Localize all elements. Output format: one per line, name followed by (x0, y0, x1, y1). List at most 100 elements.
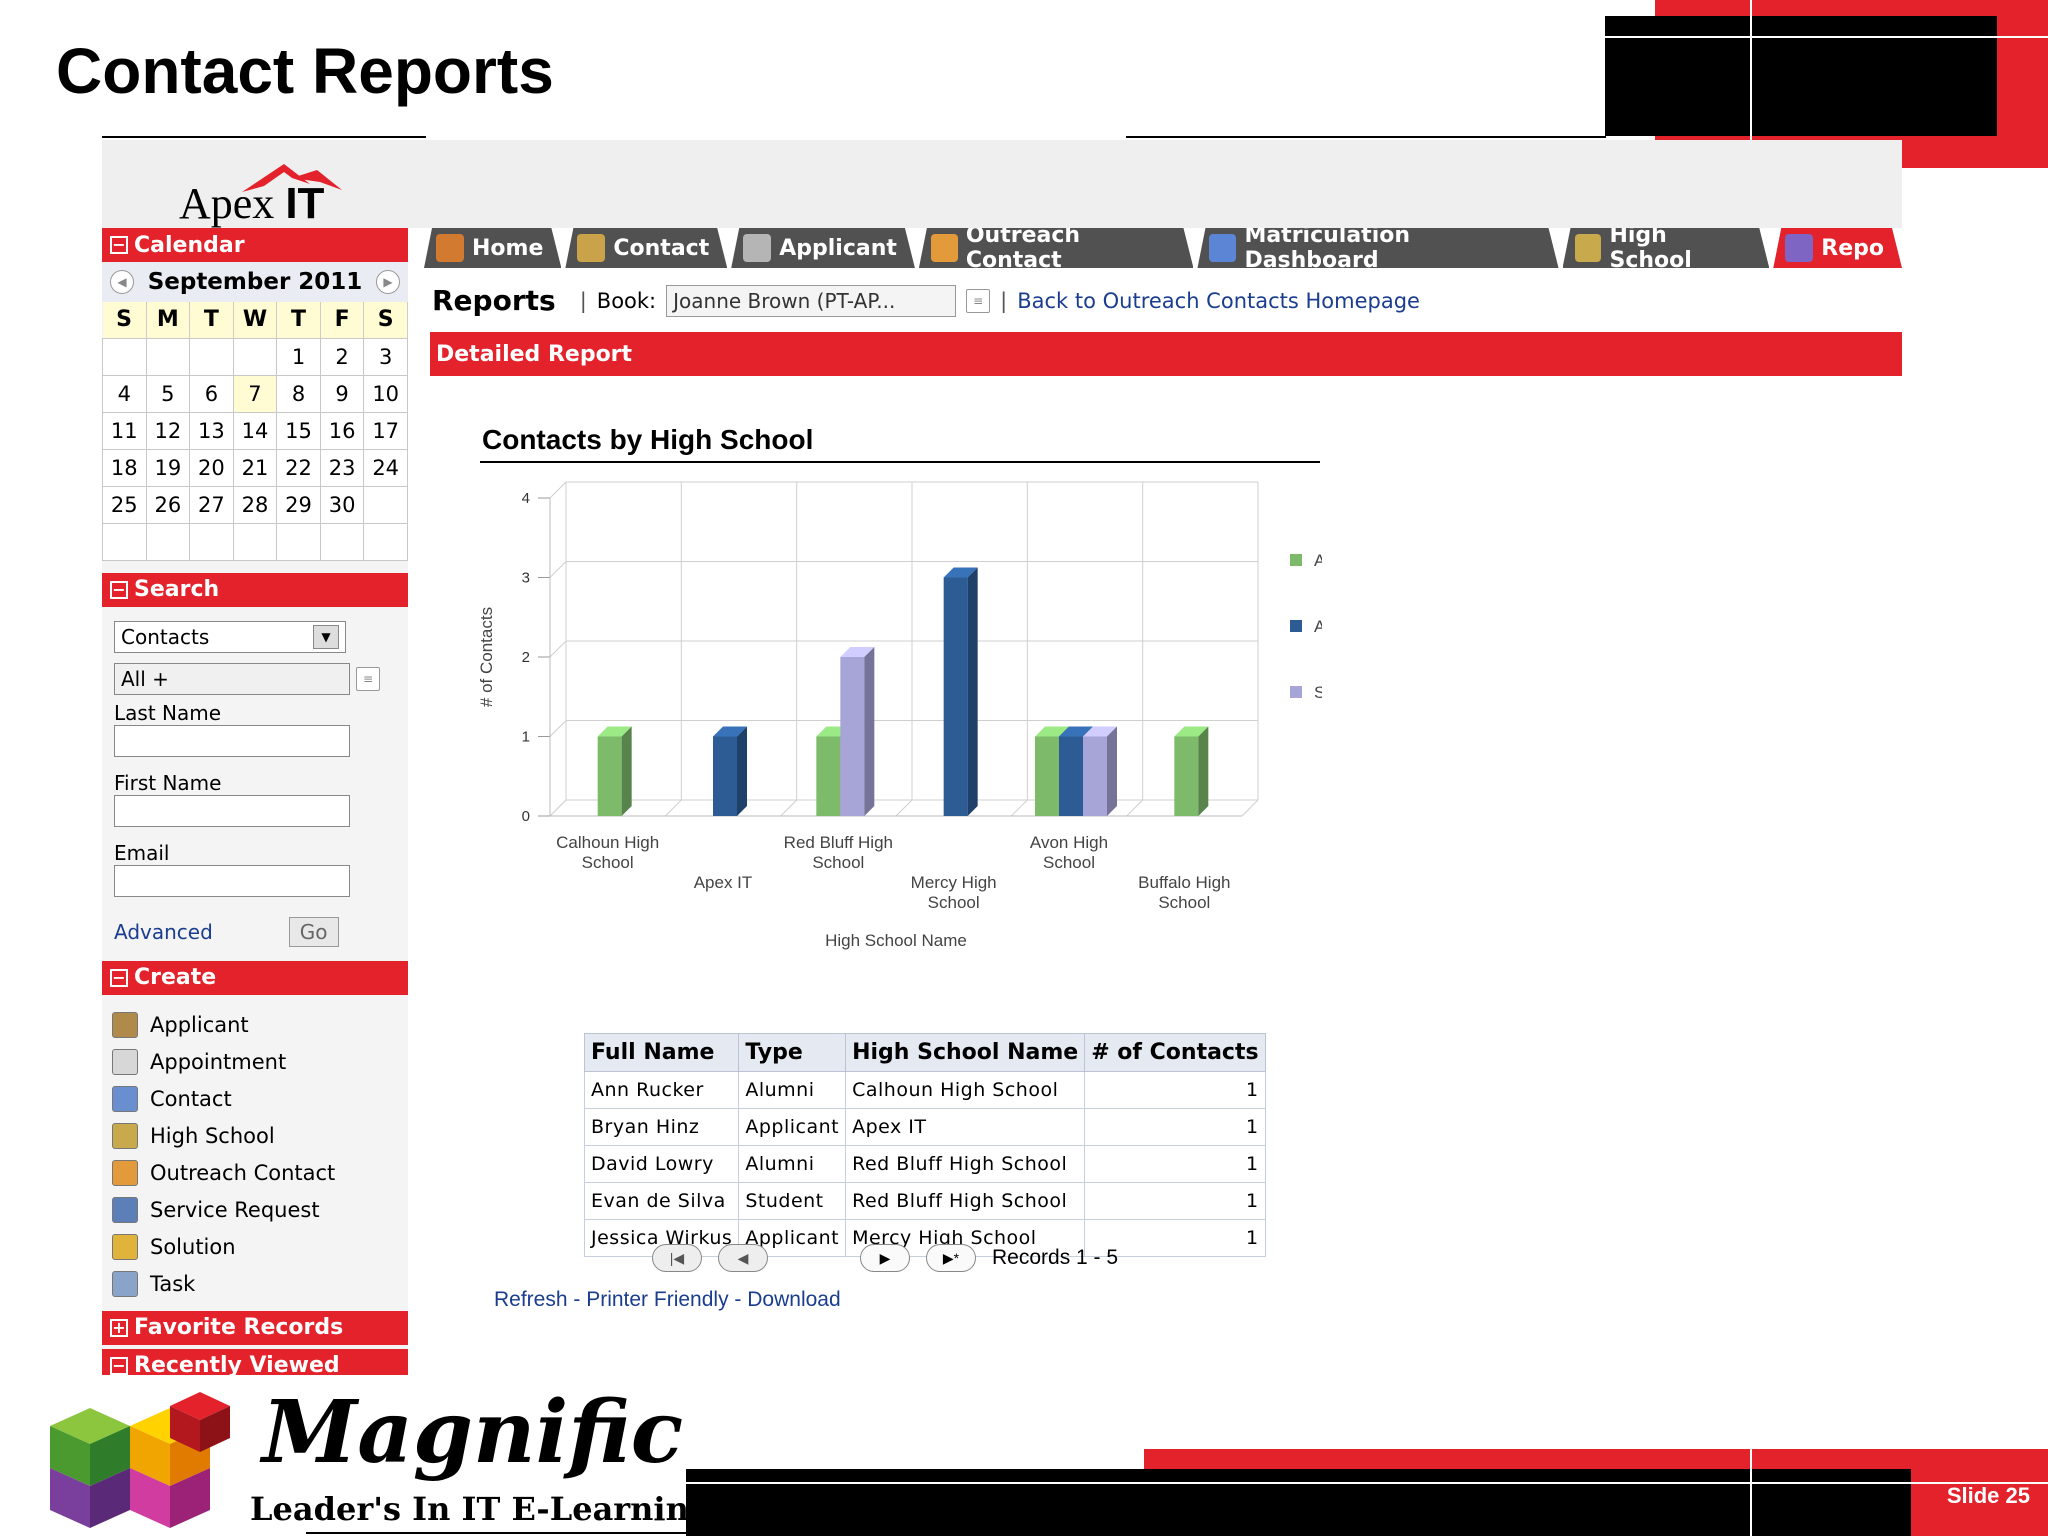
go-button[interactable]: Go (288, 916, 339, 947)
column-header[interactable]: # of Contacts (1084, 1033, 1266, 1072)
collapse-icon[interactable]: − (110, 1356, 128, 1375)
calendar-day[interactable]: 27 (189, 485, 234, 524)
list-picker-icon[interactable]: ≡ (966, 288, 991, 313)
calendar-day[interactable]: 6 (189, 374, 234, 413)
create-item-high-school[interactable]: High School (112, 1118, 398, 1155)
table-cell: Applicant (738, 1108, 847, 1146)
search-filter-field[interactable]: All + (114, 662, 350, 695)
calendar-day[interactable]: 26 (145, 485, 191, 524)
tab-contact[interactable]: Contact (565, 228, 727, 268)
contact-icon (112, 1086, 138, 1112)
first-name-input[interactable] (114, 794, 350, 827)
tab-high-school[interactable]: High School (1563, 228, 1770, 268)
x-category-label: School (812, 853, 864, 872)
advanced-search-link[interactable]: Advanced (114, 920, 213, 944)
calendar-day[interactable]: 8 (276, 374, 321, 413)
create-item-solution[interactable]: Solution (112, 1229, 398, 1266)
calendar-day[interactable]: 30 (319, 485, 365, 524)
first-page-icon[interactable]: |◀ (652, 1244, 702, 1272)
tab-repo[interactable]: Repo (1773, 228, 1902, 268)
create-item-appointment[interactable]: Appointment (112, 1044, 398, 1081)
calendar-day[interactable]: 22 (276, 448, 321, 487)
weekday-header: T (276, 302, 321, 338)
calendar-day[interactable]: 14 (232, 411, 278, 450)
calendar-day[interactable]: 7 (232, 374, 278, 413)
create-item-contact[interactable]: Contact (112, 1081, 398, 1118)
search-type-select[interactable]: Contacts ▼ (114, 620, 346, 653)
printer-friendly-link[interactable]: Printer Friendly (586, 1288, 728, 1311)
last-name-input[interactable] (114, 724, 350, 757)
calendar-empty-cell (145, 337, 191, 376)
create-item-applicant[interactable]: Applicant (112, 1007, 398, 1044)
table-row[interactable]: Bryan Hinz Applicant Apex IT 1 (583, 1108, 1266, 1146)
calendar-header[interactable]: − Calendar (102, 228, 408, 262)
report-footer-links: Refresh - Printer Friendly - Download (494, 1288, 841, 1311)
download-link[interactable]: Download (747, 1288, 840, 1311)
title-rule-left (102, 136, 426, 138)
create-item-outreach-contact[interactable]: Outreach Contact (112, 1155, 398, 1192)
tab-matriculation-dashboard[interactable]: Matriculation Dashboard (1197, 228, 1558, 268)
column-header[interactable]: Type (738, 1033, 847, 1072)
calendar-day[interactable]: 21 (232, 448, 278, 487)
calendar-day[interactable]: 24 (363, 448, 408, 487)
reports-icon (1785, 234, 1813, 262)
calendar-day[interactable]: 13 (189, 411, 234, 450)
contacts-bar-chart: 01234Calhoun HighSchoolApex ITRed Bluff … (477, 481, 1322, 950)
calendar-day[interactable]: 16 (319, 411, 365, 450)
solution-key-icon (112, 1234, 138, 1260)
create-item-service-request[interactable]: Service Request (112, 1192, 398, 1229)
prev-page-icon[interactable]: ◀ (718, 1244, 768, 1272)
calendar-day[interactable]: 29 (276, 485, 321, 524)
calendar-day[interactable]: 1 (276, 337, 321, 376)
refresh-link[interactable]: Refresh (494, 1288, 568, 1311)
table-row[interactable]: Ann Rucker Alumni Calhoun High School 1 (583, 1071, 1266, 1109)
calendar-day[interactable]: 15 (276, 411, 321, 450)
calendar-day[interactable]: 23 (319, 448, 365, 487)
back-to-outreach-link[interactable]: Back to Outreach Contacts Homepage (1017, 289, 1420, 313)
calendar-day[interactable]: 12 (145, 411, 191, 450)
column-header[interactable]: Full Name (583, 1033, 740, 1072)
calendar-day[interactable]: 28 (232, 485, 278, 524)
recently-viewed-header[interactable]: − Recently Viewed (102, 1348, 408, 1375)
search-header[interactable]: − Search (102, 572, 408, 607)
calendar-day[interactable]: 3 (363, 337, 408, 376)
calendar-day[interactable]: 2 (319, 337, 365, 376)
collapse-icon[interactable]: − (110, 968, 128, 987)
calendar-day[interactable]: 17 (363, 411, 408, 450)
create-header[interactable]: − Create (102, 960, 408, 995)
collapse-icon[interactable]: − (110, 580, 128, 599)
dropdown-arrow-icon[interactable]: ▼ (313, 624, 339, 649)
calendar-day[interactable]: 25 (102, 485, 147, 524)
table-row[interactable]: David Lowry Alumni Red Bluff High School 1 (583, 1145, 1266, 1183)
prev-month-icon[interactable]: ◀ (110, 270, 134, 294)
last-page-icon[interactable]: ▶* (926, 1244, 976, 1272)
calendar-day[interactable]: 5 (145, 374, 191, 413)
contact-icon (577, 234, 605, 262)
calendar-day[interactable]: 20 (189, 448, 234, 487)
collapse-icon[interactable]: − (110, 236, 128, 254)
calendar-day[interactable]: 4 (102, 374, 147, 413)
y-tick-label: 3 (522, 570, 530, 587)
tab-applicant[interactable]: Applicant (731, 228, 915, 268)
bottom-rule (306, 1532, 686, 1534)
x-category-label: School (582, 853, 634, 872)
calendar-day[interactable]: 18 (102, 448, 147, 487)
favorite-records-header[interactable]: + Favorite Records (102, 1310, 408, 1345)
column-header[interactable]: High School Name (845, 1033, 1086, 1072)
y-axis-title: # of Contacts (477, 607, 496, 707)
tab-outreach-contact[interactable]: Outreach Contact (919, 228, 1194, 268)
table-row[interactable]: Evan de Silva Student Red Bluff High Schoo… (583, 1182, 1266, 1220)
list-picker-icon[interactable]: ≡ (356, 666, 380, 691)
calendar-day[interactable]: 11 (102, 411, 147, 450)
x-category-label: Buffalo High (1138, 873, 1230, 892)
calendar-day[interactable]: 19 (145, 448, 191, 487)
next-page-icon[interactable]: ▶ (860, 1244, 910, 1272)
book-field[interactable]: Joanne Brown (PT-AP... (666, 284, 957, 317)
expand-icon[interactable]: + (110, 1318, 128, 1337)
calendar-day[interactable]: 10 (363, 374, 408, 413)
calendar-day[interactable]: 9 (319, 374, 365, 413)
email-input[interactable] (114, 864, 350, 897)
create-item-task[interactable]: Task (112, 1266, 398, 1303)
next-month-icon[interactable]: ▶ (376, 270, 400, 294)
tab-home[interactable]: Home (424, 228, 561, 268)
